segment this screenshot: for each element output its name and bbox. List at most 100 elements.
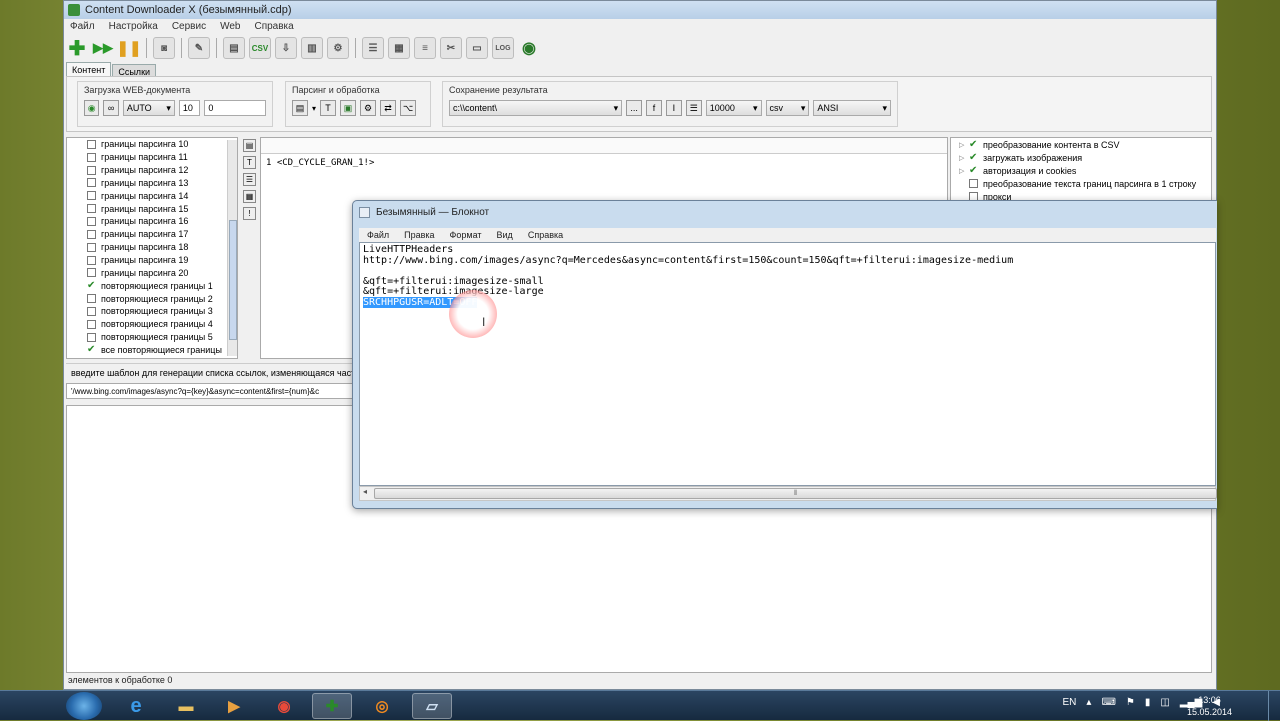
gear-icon[interactable]: ⚙ (360, 100, 377, 116)
checkbox[interactable] (87, 332, 96, 342)
search-page-icon[interactable]: ◙ (153, 37, 175, 59)
keyboard-icon[interactable]: ⌨ (1101, 697, 1115, 708)
list-icon[interactable]: ☰ (685, 100, 702, 116)
url-template-input[interactable]: '/www.bing.com/images/async?q={key}&asyn… (66, 383, 358, 399)
checkbox[interactable] (87, 165, 96, 175)
image-icon[interactable]: ▣ (340, 100, 357, 116)
format-select[interactable]: csv ▾ (765, 100, 810, 116)
checkbox[interactable] (87, 242, 96, 252)
chevron-up-icon[interactable]: ▴ (1086, 697, 1091, 708)
file-icon[interactable]: ▭ (466, 37, 488, 59)
parsing-tree[interactable]: границы парсинга 10 границы парсинга 11 гр… (66, 137, 238, 359)
language-indicator[interactable]: EN (1063, 697, 1077, 708)
np-menu-view[interactable]: Вид (497, 230, 513, 240)
tree-item[interactable]: границы парсинга 17 (67, 228, 237, 241)
pause-icon[interactable]: ❚❚ (116, 37, 141, 59)
tree-item[interactable]: ✔ повторяющиеся границы 1 (67, 279, 237, 292)
document-icon[interactable]: ▤ (243, 139, 256, 152)
check-icon[interactable]: ✔ (969, 139, 979, 150)
expand-icon[interactable]: ▷ (959, 154, 969, 162)
scroll-left-icon[interactable]: ◂ (363, 487, 367, 496)
menu-settings[interactable]: Настройка (109, 21, 158, 32)
delay-input[interactable]: 0 (204, 100, 267, 116)
menu-service[interactable]: Сервис (172, 21, 206, 32)
tree-item[interactable]: повторяющиеся границы 3 (67, 305, 237, 318)
content-downloader-task[interactable]: ✚ (312, 693, 352, 719)
tree-item[interactable]: границы парсинга 11 (67, 151, 237, 164)
limit-select[interactable]: 10000 ▾ (705, 100, 762, 116)
tree-item[interactable]: границы парсинга 16 (67, 215, 237, 228)
play-icon[interactable]: ▶▶ (92, 37, 114, 59)
text-icon[interactable]: T (320, 100, 337, 116)
expand-icon[interactable]: ▷ (959, 167, 969, 175)
option-item[interactable]: ▷ ✔ авторизация и cookies (951, 164, 1211, 177)
checkbox[interactable] (87, 216, 96, 226)
check-icon[interactable]: ✔ (87, 280, 97, 291)
tree-item[interactable]: границы парсинга 19 (67, 254, 237, 267)
table-icon[interactable]: ▦ (243, 190, 256, 203)
option-item[interactable]: ▷ ✔ загружать изображения (951, 151, 1211, 164)
checkbox[interactable] (87, 319, 96, 329)
filter-icon[interactable]: ⌥ (400, 100, 417, 116)
notepad-titlebar[interactable]: Безымянный — Блокнот (359, 207, 489, 218)
show-desktop-button[interactable] (1268, 691, 1280, 721)
checkbox[interactable] (87, 255, 96, 265)
np-menu-file[interactable]: Файл (367, 230, 389, 240)
chrome-icon[interactable]: ◉ (264, 693, 304, 719)
text-icon[interactable]: T (243, 156, 256, 169)
scroll-thumb[interactable]: ⦀ (374, 488, 1217, 499)
tree-item[interactable]: повторяющиеся границы 4 (67, 318, 237, 331)
tree-item[interactable]: границы парсинга 18 (67, 241, 237, 254)
chevron-down-icon[interactable]: ▾ (312, 104, 316, 113)
check-icon[interactable]: ✔ (969, 165, 979, 176)
notepad-task[interactable]: ▱ (412, 693, 452, 719)
ie-icon[interactable]: e (116, 693, 156, 719)
list-icon[interactable]: ☰ (243, 173, 256, 186)
download-icon[interactable]: ⇩ (275, 37, 297, 59)
checkbox[interactable] (87, 191, 96, 201)
checkbox[interactable] (87, 178, 96, 188)
check-icon[interactable]: ✔ (969, 152, 979, 163)
checkbox[interactable] (87, 204, 96, 214)
battery-icon[interactable]: ▮ (1145, 697, 1151, 708)
expand-icon[interactable]: ▷ (959, 141, 969, 149)
tree-item[interactable]: границы парсинга 14 (67, 189, 237, 202)
globe-icon[interactable]: ◉ (518, 37, 540, 59)
add-list-icon[interactable]: ≡ (414, 37, 436, 59)
tree-item[interactable]: границы парсинга 13 (67, 177, 237, 190)
threads-input[interactable]: 10 (178, 100, 201, 116)
np-menu-help[interactable]: Справка (528, 230, 563, 240)
tree-item[interactable]: ✔ все повторяющиеся границы (67, 344, 237, 357)
csv-icon[interactable]: CSV (249, 37, 271, 59)
document-icon[interactable]: ▤ (292, 100, 308, 116)
tree-scrollbar[interactable] (227, 140, 237, 356)
folder-icon[interactable]: ▬ (166, 693, 206, 719)
menu-file[interactable]: Файл (70, 21, 95, 32)
app-titlebar[interactable]: Content Downloader X (безымянный.cdp) (64, 1, 1216, 19)
start-button[interactable] (66, 692, 102, 720)
checkbox[interactable] (969, 179, 978, 188)
checkbox[interactable] (87, 294, 96, 304)
firefox-icon[interactable]: ◎ (362, 693, 402, 719)
browse-button[interactable]: ... (626, 100, 643, 116)
option-item[interactable]: преобразование текста границ парсинга в … (951, 177, 1211, 190)
tools-icon[interactable]: ✂ (440, 37, 462, 59)
globe-icon[interactable]: ◉ (84, 100, 100, 116)
tree-item[interactable]: границы парсинга 20 (67, 266, 237, 279)
url-icon[interactable]: ▥ (301, 37, 323, 59)
replace-icon[interactable]: ⇄ (380, 100, 397, 116)
document-icon[interactable]: ▤ (223, 37, 245, 59)
np-menu-edit[interactable]: Правка (404, 230, 434, 240)
tree-item[interactable]: повторяющиеся границы 2 (67, 292, 237, 305)
edit-icon[interactable]: ✎ (188, 37, 210, 59)
scroll-thumb[interactable] (229, 220, 237, 340)
clock[interactable]: 13:06 15.05.2014 (1187, 694, 1232, 718)
checkbox[interactable] (87, 139, 96, 149)
text-cursor-icon[interactable]: I (665, 100, 682, 116)
log-icon[interactable]: LOG (492, 37, 514, 59)
table-icon[interactable]: ▦ (388, 37, 410, 59)
tree-item[interactable]: границы парсинга 10 (67, 138, 237, 151)
notepad-text-area[interactable]: LiveHTTPHeaders http://www.bing.com/image… (359, 242, 1216, 486)
list-icon[interactable]: ☰ (362, 37, 384, 59)
folder-icon[interactable]: f (646, 100, 662, 116)
